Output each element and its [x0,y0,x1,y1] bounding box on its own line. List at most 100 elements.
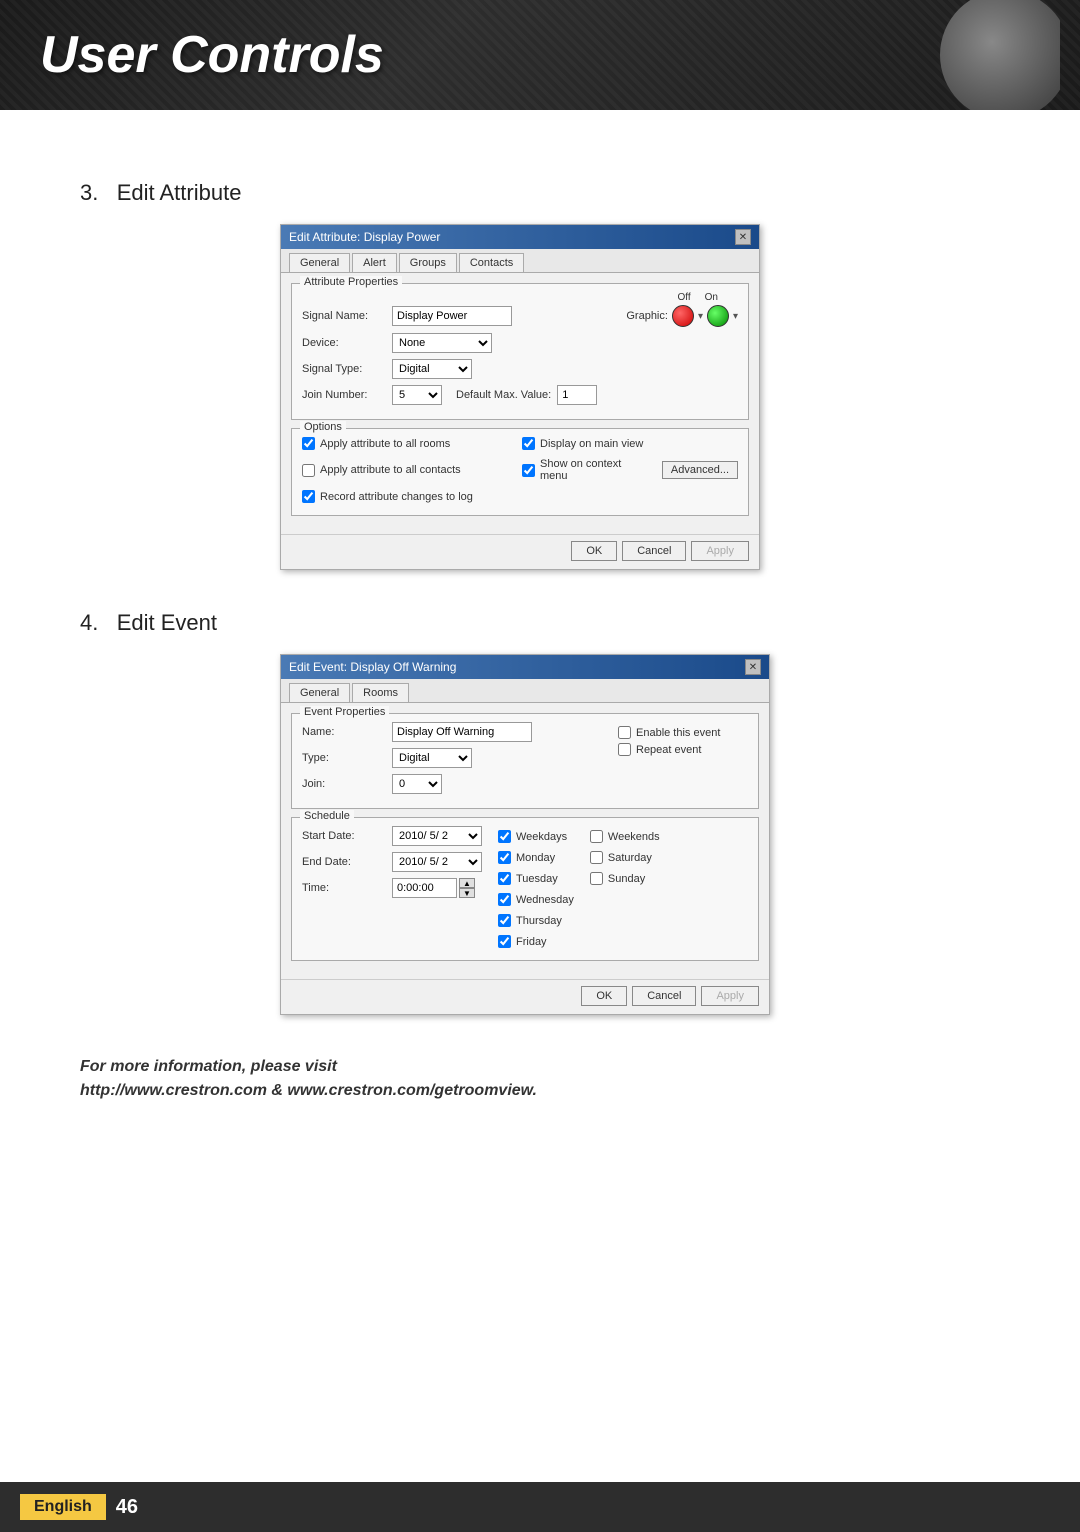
wednesday-checkbox[interactable] [498,893,511,906]
start-date-row: Start Date: 2010/ 5/ 2 [302,826,482,846]
join-number-select[interactable]: 5 [392,385,442,405]
signal-name-input[interactable] [392,306,512,326]
enable-event-label: Enable this event [636,727,720,739]
time-label: Time: [302,882,392,894]
friday-row: Friday [498,935,574,948]
event-tab-rooms[interactable]: Rooms [352,683,409,702]
signal-type-select[interactable]: Digital [392,359,472,379]
info-text-block: For more information, please visit http:… [80,1055,1020,1103]
device-label: Device: [302,337,392,349]
option-record-changes-checkbox[interactable] [302,490,315,503]
start-date-label: Start Date: [302,830,392,842]
tab-groups[interactable]: Groups [399,253,457,272]
event-type-select[interactable]: Digital [392,748,472,768]
end-date-select[interactable]: 2010/ 5/ 2 [392,852,482,872]
tuesday-checkbox[interactable] [498,872,511,885]
default-max-input[interactable] [557,385,597,405]
tab-contacts[interactable]: Contacts [459,253,524,272]
off-graphic-circle [672,305,694,327]
weekends-row: Weekends [590,830,660,843]
advanced-button[interactable]: Advanced... [662,461,738,479]
event-close-icon[interactable]: ✕ [745,659,761,675]
weekdays-checkbox[interactable] [498,830,511,843]
attribute-dialog-footer: OK Cancel Apply [281,534,759,569]
friday-checkbox[interactable] [498,935,511,948]
event-join-select[interactable]: 0 [392,774,442,794]
time-up-button[interactable]: ▲ [459,878,475,888]
page-header: User Controls [0,0,1080,110]
weekends-checkbox[interactable] [590,830,603,843]
enable-event-row: Enable this event [618,726,748,739]
thursday-checkbox[interactable] [498,914,511,927]
start-date-select[interactable]: 2010/ 5/ 2 [392,826,482,846]
attribute-dialog-body: Attribute Properties Off On Signal Name:… [281,273,759,534]
info-line1: For more information, please visit [80,1055,1020,1079]
tuesday-row: Tuesday [498,872,574,885]
default-max-label: Default Max. Value: [456,389,551,401]
event-type-row: Type: Digital [302,748,598,768]
section3-title: 3. Edit Attribute [80,180,1020,206]
attribute-cancel-button[interactable]: Cancel [622,541,686,561]
saturday-row: Saturday [590,851,660,864]
wednesday-row: Wednesday [498,893,574,906]
schedule-label: Schedule [300,810,354,822]
event-join-row: Join: 0 [302,774,598,794]
device-select[interactable]: None [392,333,492,353]
signal-type-label: Signal Type: [302,363,392,375]
event-ok-button[interactable]: OK [581,986,627,1006]
signal-type-row: Signal Type: Digital [302,359,738,379]
attribute-ok-button[interactable]: OK [571,541,617,561]
page-title: User Controls [40,25,384,85]
option-display-main-view-checkbox[interactable] [522,437,535,450]
repeat-event-checkbox[interactable] [618,743,631,756]
option-apply-all-contacts: Apply attribute to all contacts [302,458,518,482]
info-line2: http://www.crestron.com & www.crestron.c… [80,1079,1020,1103]
time-input[interactable] [392,878,457,898]
option-display-main-view: Display on main view [522,437,738,450]
event-dialog-body: Event Properties Name: Type: Digital [281,703,769,979]
tab-alert[interactable]: Alert [352,253,397,272]
option-show-context-menu-checkbox[interactable] [522,464,535,477]
edit-event-dialog: Edit Event: Display Off Warning ✕ Genera… [280,654,770,1015]
attribute-properties-group: Attribute Properties Off On Signal Name:… [291,283,749,420]
attribute-properties-label: Attribute Properties [300,276,402,288]
event-dialog-tabs: General Rooms [281,679,769,703]
signal-name-row: Signal Name: Graphic: ▾ ▾ [302,305,738,327]
logo-graphic [940,0,1060,110]
end-date-row: End Date: 2010/ 5/ 2 [302,852,482,872]
monday-checkbox[interactable] [498,851,511,864]
main-content: 3. Edit Attribute Edit Attribute: Displa… [0,110,1080,1169]
option-record-changes: Record attribute changes to log [302,490,518,503]
options-group: Options Apply attribute to all rooms Dis… [291,428,749,516]
event-dialog-footer: OK Cancel Apply [281,979,769,1014]
enable-event-checkbox[interactable] [618,726,631,739]
tab-general[interactable]: General [289,253,350,272]
attribute-apply-button[interactable]: Apply [691,541,749,561]
event-tab-general[interactable]: General [289,683,350,702]
event-properties-group: Event Properties Name: Type: Digital [291,713,759,809]
event-name-input[interactable] [392,722,532,742]
off-label: Off [678,292,691,303]
monday-row: Monday [498,851,574,864]
signal-name-label: Signal Name: [302,310,392,322]
repeat-event-label: Repeat event [636,744,701,756]
device-row: Device: None [302,333,738,353]
event-cancel-button[interactable]: Cancel [632,986,696,1006]
edit-attribute-titlebar: Edit Attribute: Display Power ✕ [281,225,759,249]
end-date-label: End Date: [302,856,392,868]
join-number-label: Join Number: [302,389,392,401]
option-apply-all-rooms-checkbox[interactable] [302,437,315,450]
event-apply-button[interactable]: Apply [701,986,759,1006]
thursday-row: Thursday [498,914,574,927]
sunday-checkbox[interactable] [590,872,603,885]
edit-attribute-dialog: Edit Attribute: Display Power ✕ General … [280,224,760,570]
option-apply-all-contacts-checkbox[interactable] [302,464,315,477]
options-grid: Apply attribute to all rooms Display on … [302,437,738,507]
schedule-group: Schedule Start Date: 2010/ 5/ 2 End Date… [291,817,759,961]
event-name-row: Name: [302,722,598,742]
event-properties-label: Event Properties [300,706,389,718]
close-icon[interactable]: ✕ [735,229,751,245]
saturday-checkbox[interactable] [590,851,603,864]
time-row: Time: ▲ ▼ [302,878,482,898]
time-down-button[interactable]: ▼ [459,888,475,898]
